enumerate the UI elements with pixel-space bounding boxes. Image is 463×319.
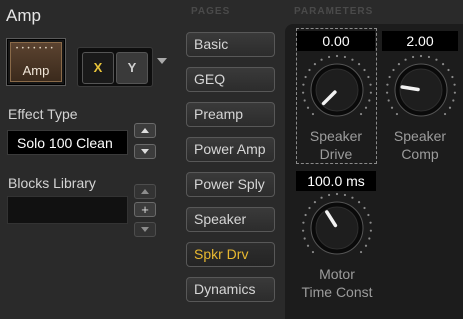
effect-type-down-button[interactable] <box>134 144 156 159</box>
motor-time-const-value[interactable]: 100.0 ms <box>296 171 376 191</box>
page-tab-preamp[interactable]: Preamp <box>186 102 275 127</box>
page-tab-basic[interactable]: Basic <box>186 32 275 57</box>
speaker-comp-label: Speaker Comp <box>393 128 447 162</box>
blocks-library-add-button[interactable]: + <box>134 202 156 217</box>
chevron-up-icon <box>141 189 149 194</box>
motor-time-const-knob[interactable] <box>297 190 377 266</box>
page-tab-speaker[interactable]: Speaker <box>186 207 275 232</box>
motor-time-const-label: Motor Time Const <box>301 266 373 300</box>
page-tab-geq[interactable]: GEQ <box>186 67 275 92</box>
chevron-down-icon <box>141 149 149 154</box>
blocks-library-label: Blocks Library <box>8 175 96 191</box>
speaker-drive-knob[interactable] <box>297 52 377 128</box>
speaker-drive-value[interactable]: 0.00 <box>297 31 375 51</box>
block-title: Amp <box>6 6 41 25</box>
speaker-drive-label: Speaker Drive <box>309 128 363 162</box>
speaker-comp-knob[interactable] <box>381 52 461 128</box>
pages-header: PAGES <box>191 6 231 17</box>
parameters-header: PARAMETERS <box>294 6 374 17</box>
y-button[interactable]: Y <box>116 52 148 84</box>
blocks-library-down-button[interactable] <box>134 222 156 237</box>
speaker-comp-value[interactable]: 2.00 <box>382 31 458 51</box>
blocks-library-up-button[interactable] <box>134 184 156 199</box>
chevron-up-icon <box>141 128 149 133</box>
amp-cabinet-icon: • • • • • • • Amp <box>10 42 62 82</box>
chevron-down-icon <box>141 227 149 232</box>
page-tab-power-sply[interactable]: Power Sply <box>186 172 275 197</box>
blocks-library-field[interactable] <box>7 196 128 224</box>
effect-type-label: Effect Type <box>8 106 78 122</box>
x-button[interactable]: X <box>82 52 114 84</box>
page-tab-power-amp[interactable]: Power Amp <box>186 137 275 162</box>
xy-switch: X Y <box>77 47 153 87</box>
xy-menu-arrow-icon[interactable] <box>157 58 167 64</box>
knob-indicator <box>400 85 420 92</box>
amp-block-tile[interactable]: • • • • • • • Amp <box>6 38 66 86</box>
page-tab-spkr-drv[interactable]: Spkr Drv <box>186 242 275 267</box>
amp-tile-label: Amp <box>22 63 50 78</box>
page-tab-dynamics[interactable]: Dynamics <box>186 277 275 302</box>
effect-type-field[interactable]: Solo 100 Clean <box>7 130 128 155</box>
effect-type-up-button[interactable] <box>134 123 156 138</box>
